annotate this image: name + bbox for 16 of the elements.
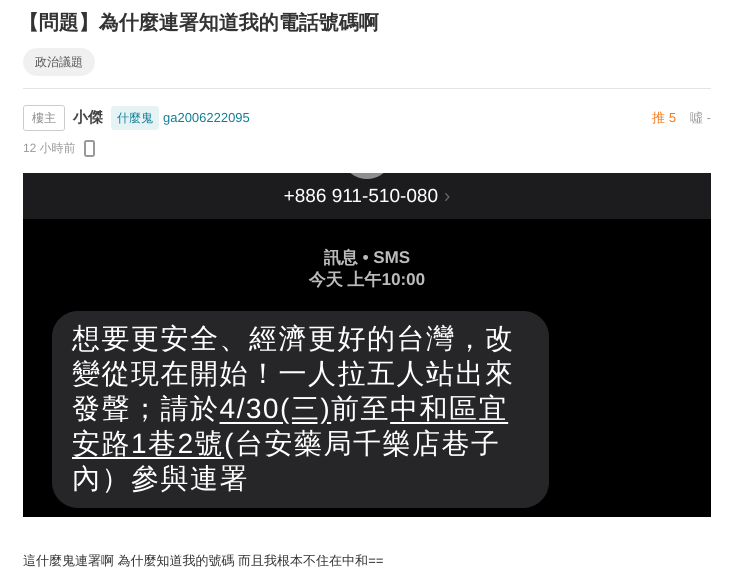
message-bubble: 想要更安全、經濟更好的台灣，改變從現在開始！一人拉五人站出來發聲；請於4/30(三)前至中和區宜安路1巷2號(台安藥局千樂店巷子內）參與連署: [52, 311, 549, 508]
message-channel: 訊息 • SMS: [322, 247, 412, 269]
post-body: 這什麼鬼連署啊 為什麼知道我的號碼 而且我根本不住在中和==: [23, 552, 384, 570]
post-title: 【問題】為什麼連署知道我的電話號碼啊: [19, 10, 380, 36]
author-role-label: 樓主: [23, 105, 65, 131]
author-title-badge: 什麼鬼: [111, 106, 159, 130]
author-name[interactable]: 小傑: [73, 106, 103, 130]
message-timestamp: 今天 上午10:00: [308, 269, 426, 291]
boo-count[interactable]: 噓 -: [690, 108, 711, 128]
tag-chip[interactable]: 政治議題: [23, 48, 95, 76]
chevron-icon: ›: [444, 186, 450, 207]
sender-number: +886 911-510-080: [284, 186, 438, 207]
push-count[interactable]: 推 5: [652, 108, 676, 128]
post-time: 12 小時前: [23, 140, 76, 157]
phone-icon: [84, 140, 95, 156]
author-account-link[interactable]: ga2006222095: [163, 108, 250, 128]
